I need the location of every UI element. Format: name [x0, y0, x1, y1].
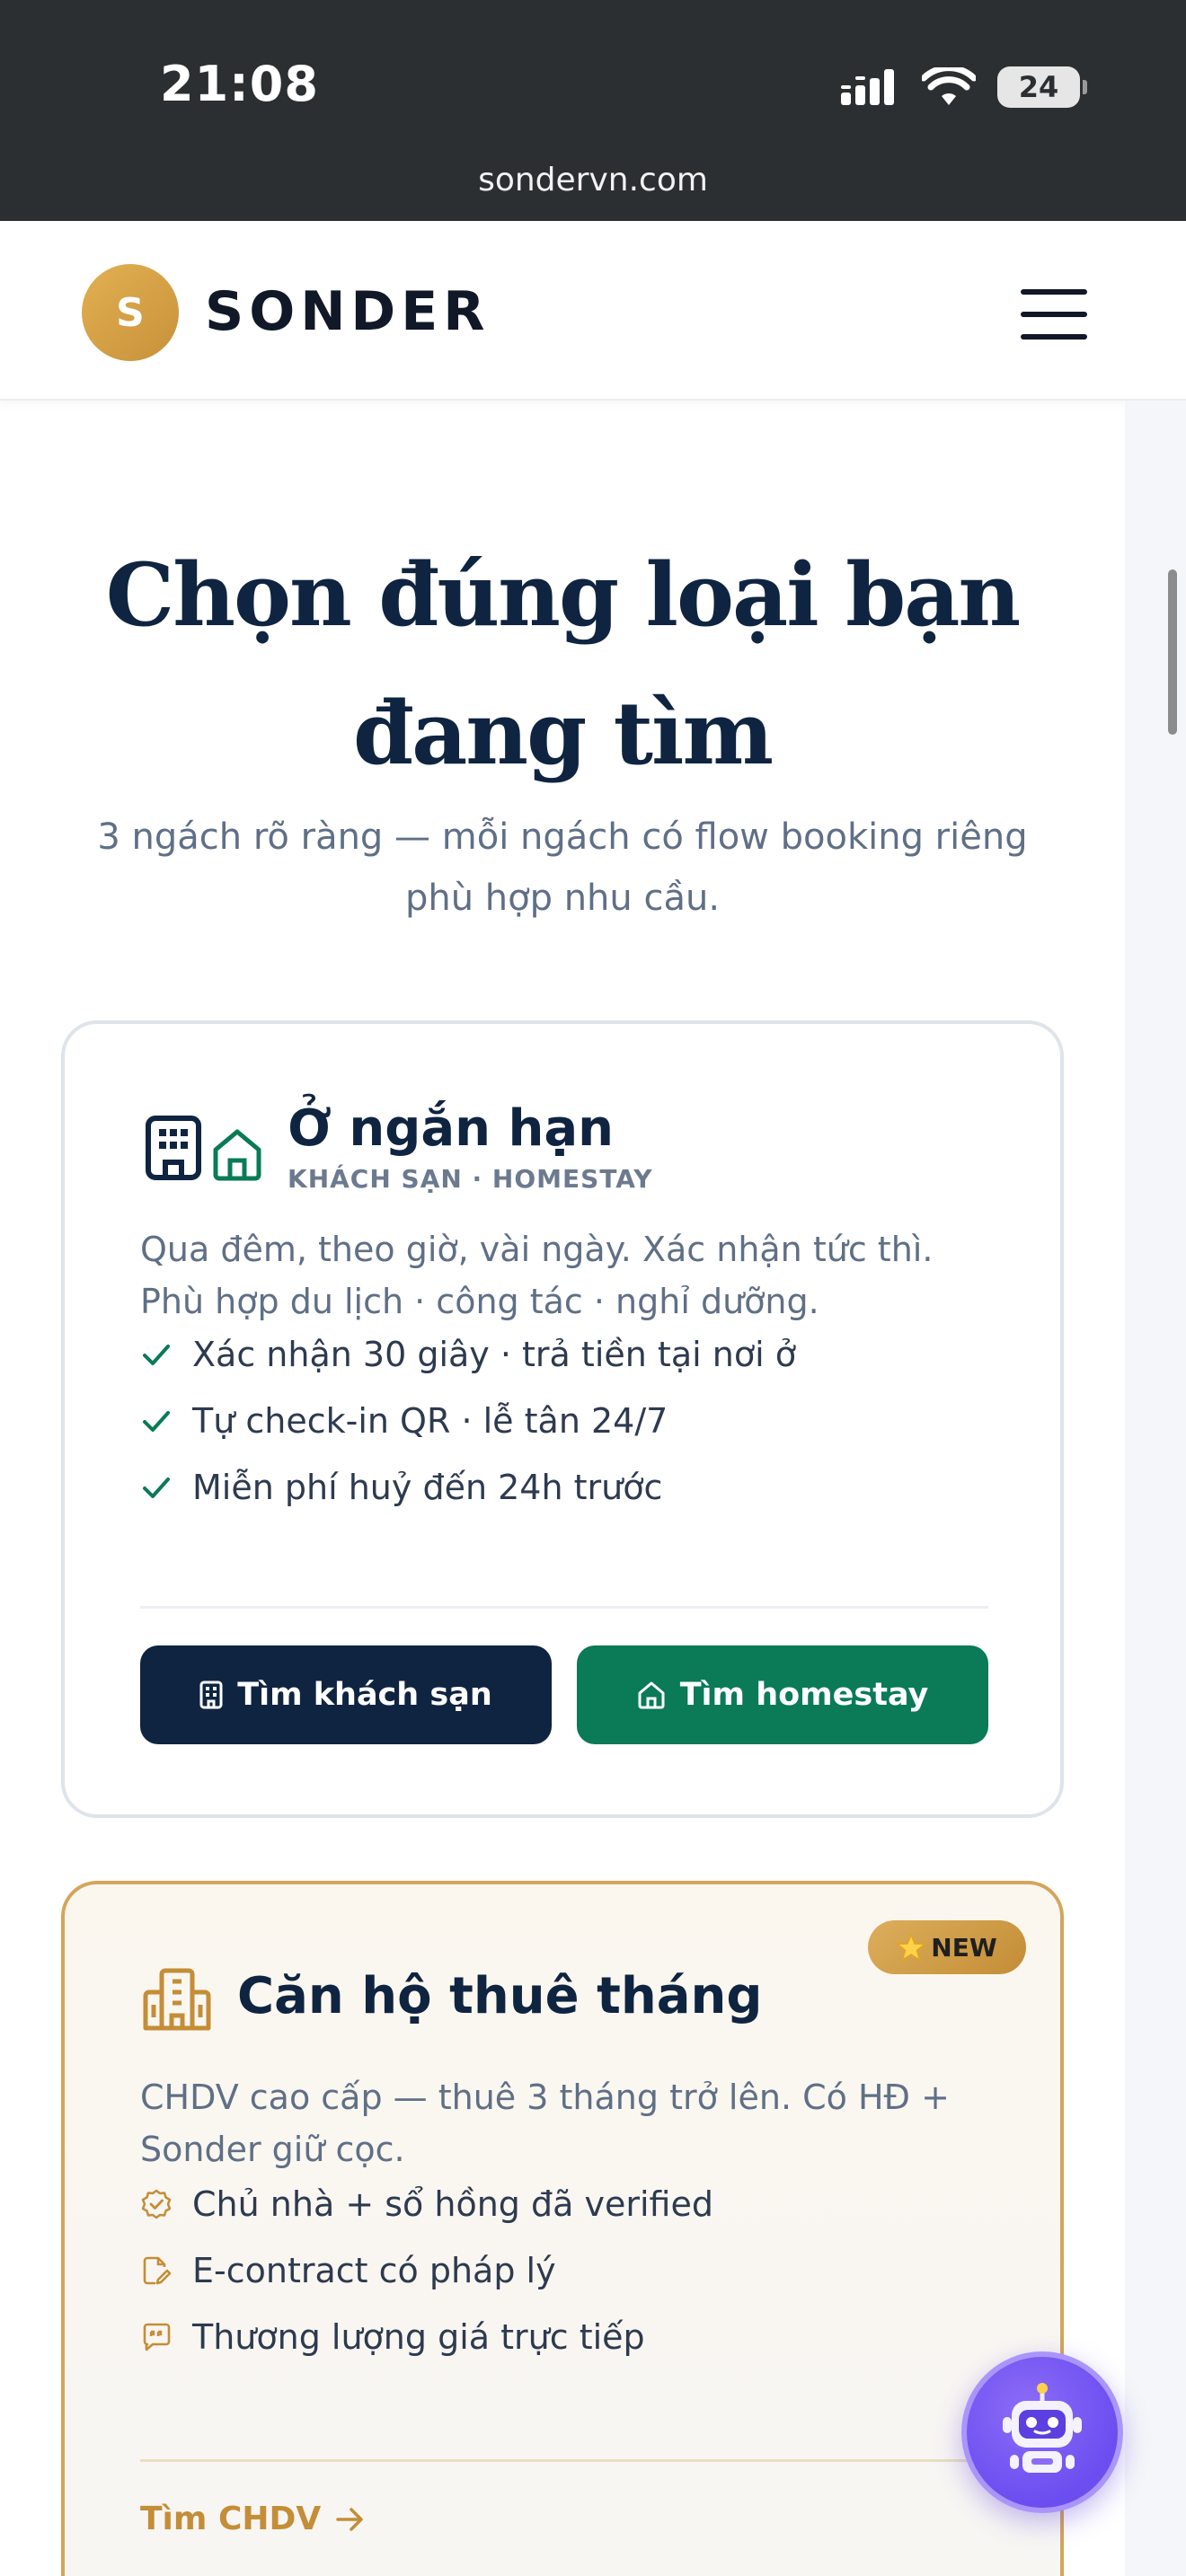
battery-icon: 24	[997, 66, 1087, 108]
divider	[140, 1606, 988, 1609]
monthly-feature: Chủ nhà + sổ hồng đã verified	[140, 2184, 713, 2224]
wifi-icon	[922, 67, 976, 105]
logo-mark[interactable]: S	[82, 264, 179, 361]
building-icon	[199, 1681, 223, 1709]
house-icon	[213, 1129, 261, 1181]
find-homestay-label: Tìm homestay	[679, 1677, 929, 1713]
short-stay-icons	[144, 1114, 264, 1182]
browser-url[interactable]: sondervn.com	[0, 162, 1186, 198]
monthly-feature: E-contract có pháp lý	[140, 2251, 556, 2290]
battery-level: 24	[1018, 70, 1059, 104]
short-stay-feature: Miễn phí huỷ đến 24h trước	[140, 1468, 662, 1507]
logo-text[interactable]: SONDER	[205, 280, 490, 343]
monthly-feature: Thương lượng giá trực tiếp	[140, 2317, 645, 2357]
feature-text: Tự check-in QR · lễ tân 24/7	[192, 1401, 668, 1441]
short-stay-description: Qua đêm, theo giờ, vài ngày. Xác nhận tứ…	[140, 1230, 934, 1321]
short-stay-feature: Tự check-in QR · lễ tân 24/7	[140, 1401, 668, 1441]
signal-icon	[841, 69, 894, 105]
feature-text: Thương lượng giá trực tiếp	[192, 2317, 645, 2357]
badge-check-icon	[141, 2189, 172, 2219]
status-bar: 21:08 24 sondervn.com	[0, 0, 1186, 221]
check-icon	[143, 1478, 170, 1498]
check-icon	[143, 1345, 170, 1365]
feature-text: E-contract có pháp lý	[192, 2251, 556, 2290]
apartment-building-icon	[142, 1967, 212, 2036]
feature-text: Miễn phí huỷ đến 24h trước	[192, 1468, 663, 1507]
short-stay-feature: Xác nhận 30 giây · trả tiền tại nơi ở	[140, 1335, 796, 1374]
contract-edit-icon	[143, 2256, 172, 2285]
arrow-right-icon	[336, 2507, 363, 2531]
chatbot-icon	[1003, 2383, 1082, 2473]
monthly-rental-description: CHDV cao cấp — thuê 3 tháng trở lên. Có …	[140, 2078, 950, 2169]
find-chdv-label: Tìm CHDV	[140, 2501, 322, 2537]
status-icons: 24	[839, 61, 1087, 113]
find-hotel-label: Tìm khách sạn	[237, 1677, 492, 1713]
building-icon	[146, 1116, 201, 1180]
star-icon	[897, 1933, 926, 1962]
page-title: Chọn đúng loại bạn đang tìm	[105, 544, 1021, 784]
find-homestay-button[interactable]: Tìm homestay	[577, 1645, 988, 1744]
divider	[140, 2459, 988, 2462]
new-badge-label: NEW	[931, 1932, 997, 1963]
find-chdv-link[interactable]: Tìm CHDV	[140, 2501, 366, 2537]
house-icon	[638, 1681, 665, 1709]
new-badge: NEW	[868, 1920, 1026, 1974]
scrollbar-thumb[interactable]	[1168, 569, 1177, 735]
find-hotel-button[interactable]: Tìm khách sạn	[140, 1645, 552, 1744]
monthly-rental-title: Căn hộ thuê tháng	[237, 1967, 763, 2025]
monthly-rental-card: NEW Căn hộ thuê tháng CHDV cao cấp — thu…	[61, 1881, 1064, 2576]
page-subtitle: 3 ngách rõ ràng — mỗi ngách có flow book…	[97, 816, 1028, 919]
site-header: S SONDER	[0, 221, 1186, 401]
logo-letter: S	[116, 289, 145, 336]
chat-quote-icon	[143, 2323, 171, 2351]
feature-text: Chủ nhà + sổ hồng đã verified	[192, 2184, 713, 2224]
status-time: 21:08	[160, 56, 319, 112]
short-stay-title: Ở ngắn hạn	[288, 1099, 615, 1158]
short-stay-kicker: KHÁCH SẠN · HOMESTAY	[288, 1164, 653, 1194]
chatbot-button[interactable]	[961, 2351, 1123, 2513]
hamburger-menu-icon[interactable]	[1021, 289, 1087, 340]
short-stay-card: Ở ngắn hạn KHÁCH SẠN · HOMESTAY Qua đêm,…	[61, 1020, 1064, 1818]
feature-text: Xác nhận 30 giây · trả tiền tại nơi ở	[192, 1335, 796, 1374]
check-icon	[143, 1411, 170, 1432]
